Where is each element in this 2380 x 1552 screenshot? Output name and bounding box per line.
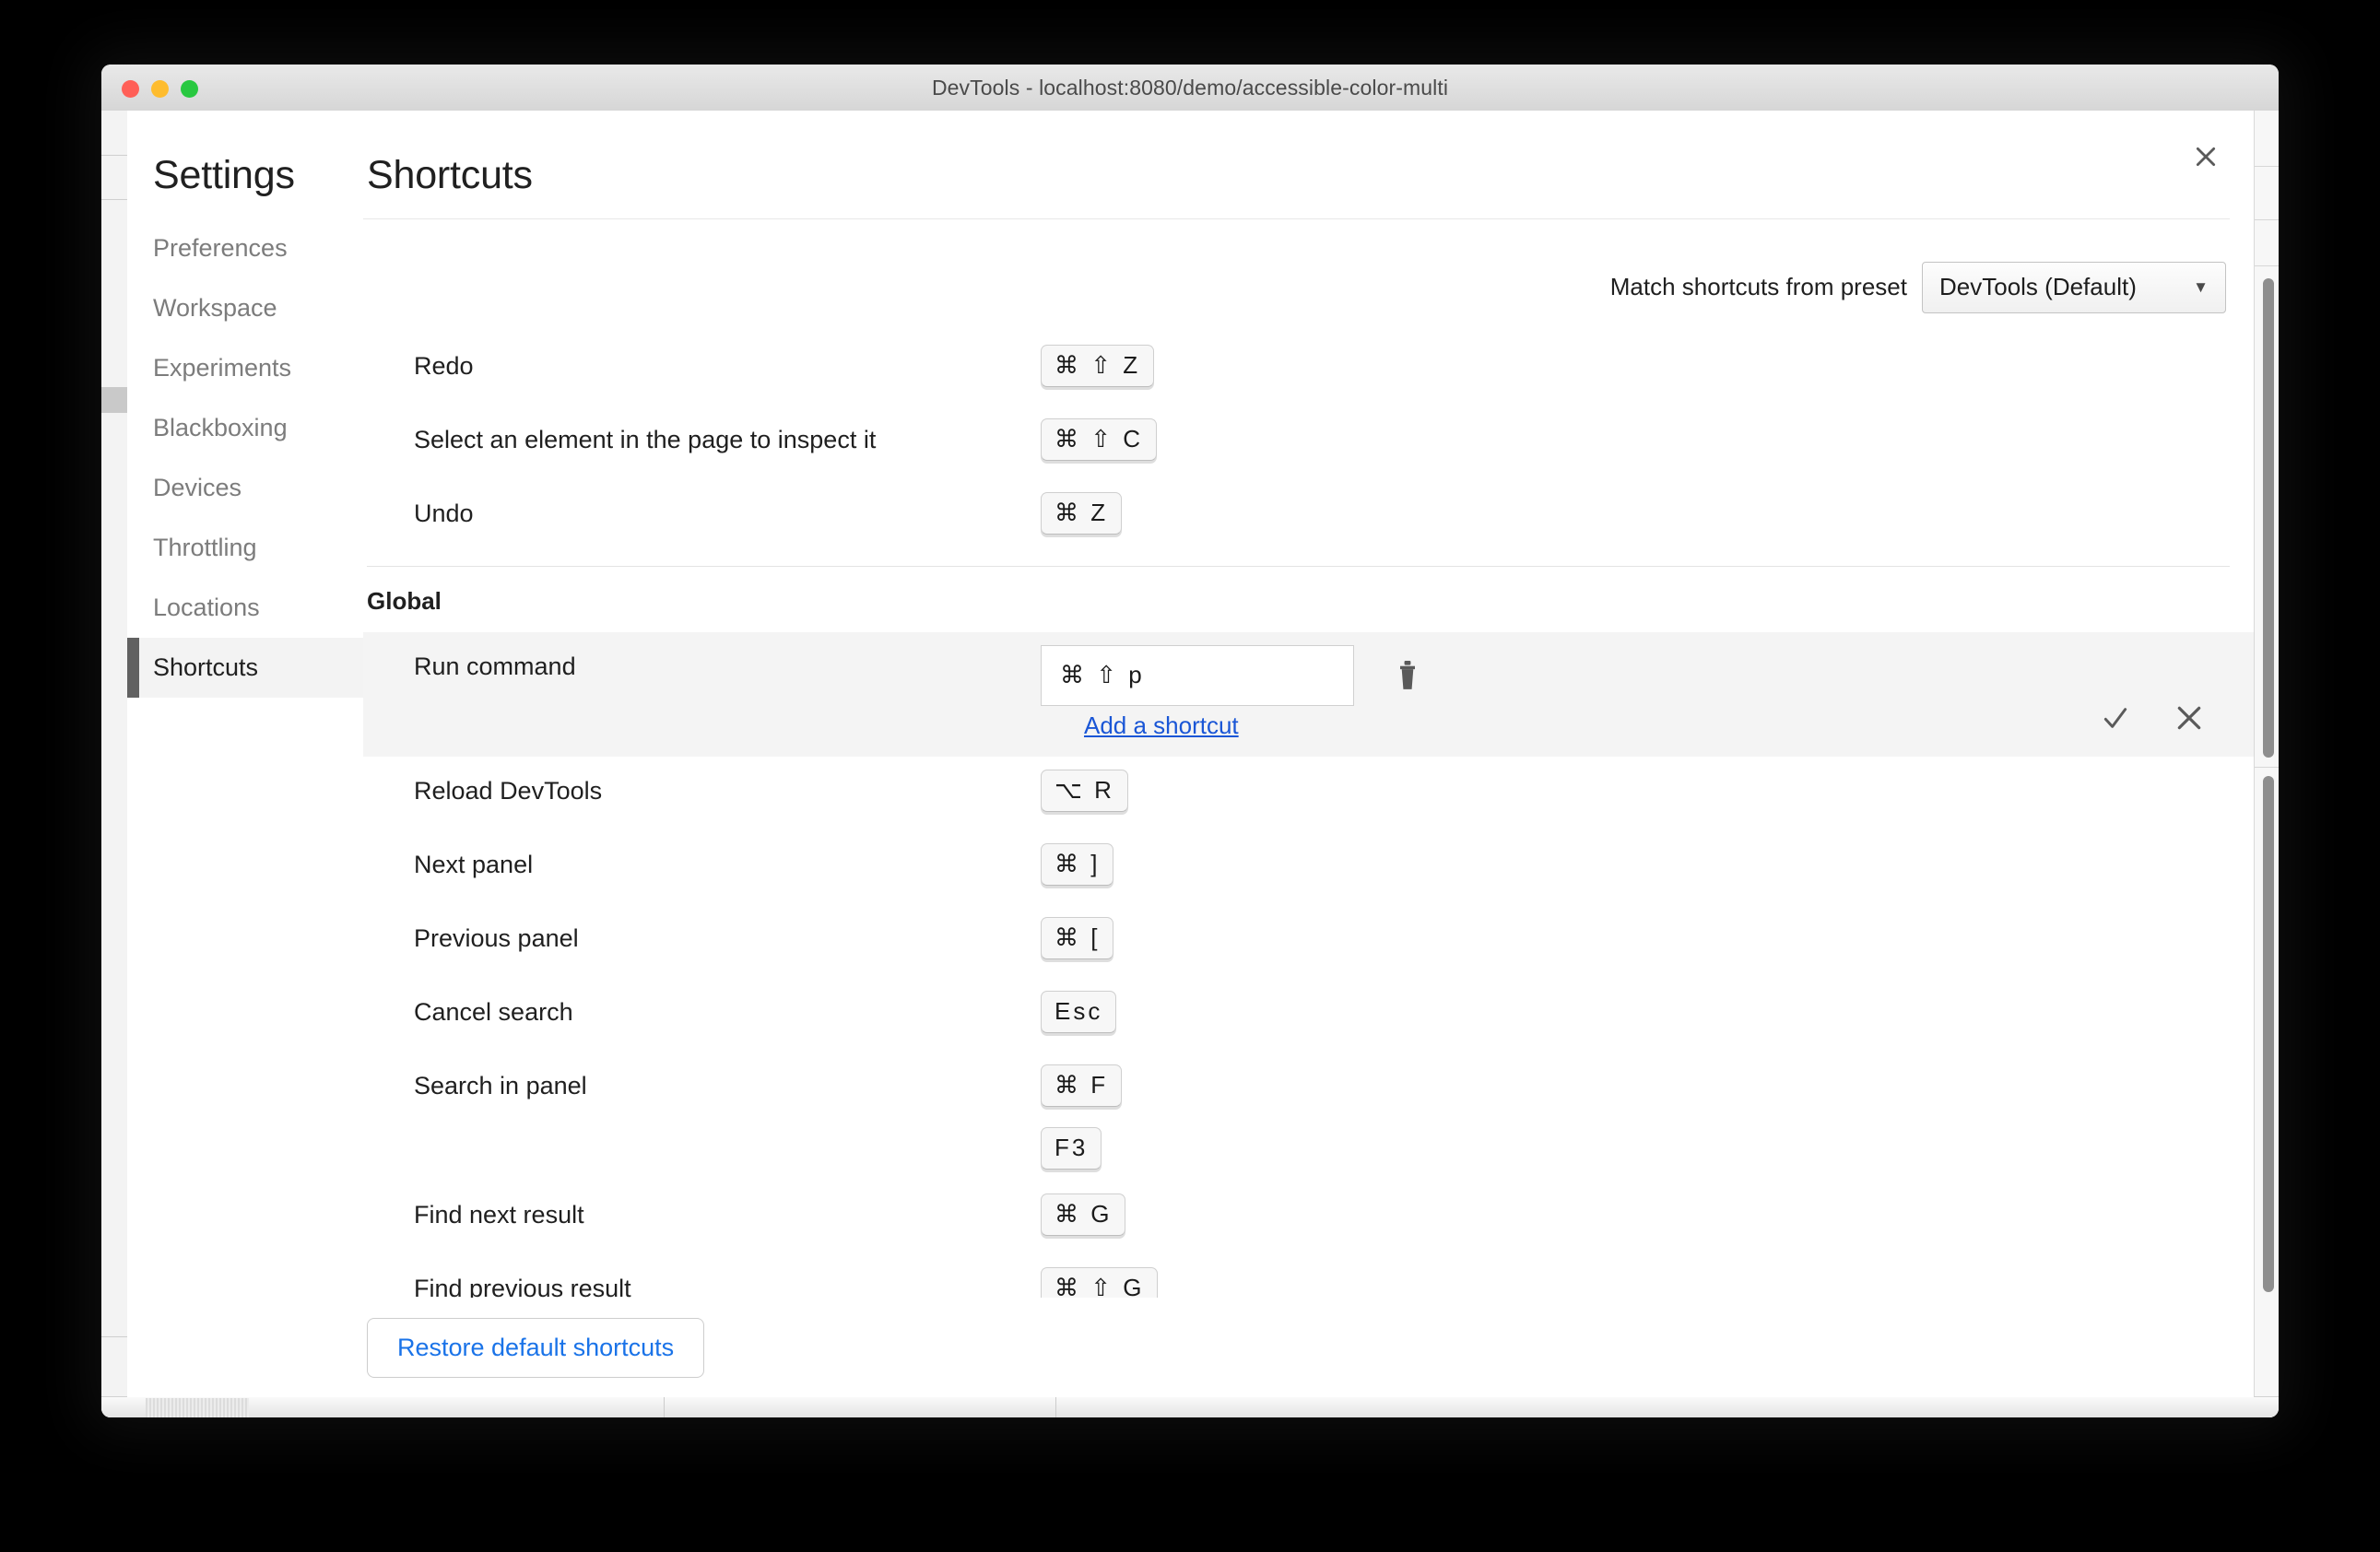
- shortcut-name: Previous panel: [414, 923, 579, 952]
- key-chip[interactable]: ⌘ ⇧ C: [1041, 417, 1158, 461]
- shortcut-name: Select an element in the page to inspect…: [414, 425, 877, 453]
- sidebar-item-locations[interactable]: Locations: [127, 578, 363, 638]
- zoom-window-button[interactable]: [181, 80, 198, 98]
- shortcut-row-cancel-search: Cancel search Esc: [363, 978, 2254, 1052]
- shortcut-editor: [1041, 632, 2254, 706]
- shortcut-keys: ⌥ R: [1041, 757, 2254, 823]
- shortcut-name: Redo: [414, 351, 474, 380]
- preset-row: Match shortcuts from preset DevTools (De…: [363, 219, 2254, 332]
- sidebar-item-throttling[interactable]: Throttling: [127, 518, 363, 578]
- trash-icon: [1400, 660, 1416, 689]
- key-chip[interactable]: ⌘ [: [1041, 916, 1114, 959]
- cancel-shortcut-button[interactable]: [2171, 700, 2208, 736]
- sidebar-item-experiments[interactable]: Experiments: [127, 338, 363, 398]
- key-chip[interactable]: ⌘ ⇧ Z: [1041, 344, 1155, 387]
- shortcut-name: Search in panel: [414, 1071, 587, 1099]
- settings-content: Shortcuts Match shortcuts from preset De…: [363, 111, 2254, 1397]
- key-chip[interactable]: ⌘ F: [1041, 1064, 1123, 1107]
- close-window-button[interactable]: [122, 80, 139, 98]
- sidebar-item-label: Workspace: [153, 294, 277, 322]
- sidebar-item-label: Throttling: [153, 534, 257, 561]
- key-chip[interactable]: Esc: [1041, 990, 1117, 1033]
- devtools-window: DevTools - localhost:8080/demo/accessibl…: [101, 65, 2279, 1417]
- close-icon: [2196, 147, 2216, 167]
- settings-sidebar: Settings Preferences Workspace Experimen…: [127, 111, 363, 1397]
- shortcut-row-redo: Redo ⌘ ⇧ Z: [363, 332, 2254, 406]
- preset-select-value: DevTools (Default): [1939, 273, 2137, 301]
- shortcut-row-reload-devtools: Reload DevTools ⌥ R: [363, 757, 2254, 830]
- shortcut-capture-input[interactable]: [1041, 644, 1354, 706]
- settings-footer: Restore default shortcuts: [363, 1298, 2254, 1397]
- preset-label: Match shortcuts from preset: [1609, 273, 1907, 301]
- vertical-scrollbar[interactable]: [2263, 278, 2274, 758]
- delete-shortcut-button[interactable]: [1382, 645, 1433, 706]
- shortcut-row-find-next-result: Find next result ⌘ G: [363, 1181, 2254, 1254]
- sidebar-item-devices[interactable]: Devices: [127, 458, 363, 518]
- sidebar-item-blackboxing[interactable]: Blackboxing: [127, 398, 363, 458]
- shortcut-keys: ⌘ ]: [1041, 830, 2254, 897]
- window-titlebar: DevTools - localhost:8080/demo/accessibl…: [101, 65, 2279, 112]
- add-shortcut-link[interactable]: Add a shortcut: [1084, 711, 1239, 740]
- window-title: DevTools - localhost:8080/demo/accessibl…: [931, 75, 1449, 100]
- shortcut-row-inspect-element: Select an element in the page to inspect…: [363, 406, 2254, 479]
- shortcut-name: Cancel search: [414, 997, 573, 1026]
- settings-title: Settings: [153, 153, 295, 197]
- devtools-status-bar: [101, 1396, 2279, 1417]
- shortcut-name: Reload DevTools: [414, 776, 603, 805]
- minimize-window-button[interactable]: [151, 80, 169, 98]
- settings-dialog: Settings Preferences Workspace Experimen…: [127, 111, 2254, 1397]
- shortcut-name: Next panel: [414, 850, 534, 878]
- section-heading-global: Global: [367, 586, 442, 615]
- shortcut-keys: Esc: [1041, 978, 2254, 1044]
- sidebar-item-label: Preferences: [153, 234, 288, 262]
- shortcut-name: Run command: [414, 652, 576, 680]
- preset-select[interactable]: DevTools (Default) ▼: [1922, 261, 2226, 313]
- shortcut-keys: ⌘ F F3: [1041, 1052, 2254, 1181]
- shortcut-keys: ⌘ ⇧ Z: [1041, 332, 2254, 398]
- chevron-down-icon: ▼: [2193, 277, 2209, 296]
- sidebar-item-preferences[interactable]: Preferences: [127, 218, 363, 278]
- devtools-left-rail: [101, 111, 128, 1417]
- shortcut-row-previous-panel: Previous panel ⌘ [: [363, 904, 2254, 978]
- restore-default-shortcuts-button[interactable]: Restore default shortcuts: [367, 1317, 705, 1378]
- close-icon: [2177, 706, 2201, 730]
- shortcut-keys: ⌘ ⇧ C: [1041, 406, 2254, 472]
- resize-grip[interactable]: [146, 1398, 249, 1417]
- sidebar-item-label: Shortcuts: [153, 653, 259, 681]
- shortcut-row-undo: Undo ⌘ Z: [363, 479, 2254, 553]
- shortcut-row-next-panel: Next panel ⌘ ]: [363, 830, 2254, 904]
- vertical-scrollbar-lower[interactable]: [2263, 776, 2274, 1292]
- key-chip[interactable]: ⌘ G: [1041, 1193, 1126, 1236]
- sidebar-item-workspace[interactable]: Workspace: [127, 278, 363, 338]
- checkmark-icon: [2103, 708, 2127, 728]
- devtools-right-rail: [2254, 111, 2279, 1417]
- sidebar-item-label: Locations: [153, 594, 260, 621]
- sidebar-item-label: Experiments: [153, 354, 292, 382]
- key-chip[interactable]: F3: [1041, 1126, 1102, 1170]
- traffic-light-group: [122, 80, 198, 98]
- shortcut-row-run-command-editing: Run command ⌘ ⇧ p Add a shortcut: [363, 631, 2254, 757]
- confirm-shortcut-button[interactable]: [2097, 700, 2134, 736]
- shortcut-name: Undo: [414, 499, 474, 527]
- shortcut-edit-actions: [2097, 700, 2208, 736]
- shortcut-name: Find next result: [414, 1200, 584, 1229]
- shortcut-keys: ⌘ G: [1041, 1181, 2254, 1247]
- page-title: Shortcuts: [367, 153, 533, 197]
- shortcut-name: Find previous result: [414, 1274, 631, 1302]
- shortcut-row-search-in-panel: Search in panel ⌘ F F3: [363, 1052, 2254, 1181]
- shortcut-keys: ⌘ Z: [1041, 479, 2254, 546]
- close-settings-button[interactable]: [2186, 136, 2226, 177]
- sidebar-item-shortcuts[interactable]: Shortcuts: [127, 638, 363, 698]
- key-chip[interactable]: ⌥ R: [1041, 769, 1128, 812]
- sidebar-item-label: Devices: [153, 474, 242, 501]
- key-chip[interactable]: ⌘ Z: [1041, 491, 1123, 535]
- screen-background: DevTools - localhost:8080/demo/accessibl…: [0, 0, 2380, 1552]
- sidebar-item-label: Blackboxing: [153, 414, 288, 441]
- shortcut-keys: ⌘ [: [1041, 904, 2254, 970]
- shortcuts-scroll-area[interactable]: Match shortcuts from preset DevTools (De…: [363, 219, 2254, 1397]
- key-chip[interactable]: ⌘ ]: [1041, 842, 1114, 886]
